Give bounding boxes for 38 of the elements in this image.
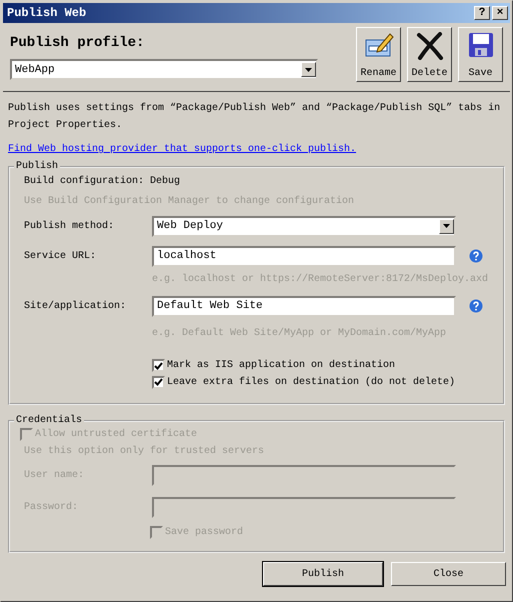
checkbox-label: Mark as IIS application on destination [167, 360, 396, 371]
profile-dropdown[interactable]: WebApp [10, 59, 318, 80]
window-title: Publish Web [7, 6, 86, 20]
profile-label: Publish profile: [10, 35, 146, 51]
field-label: Password: [24, 502, 80, 512]
checkbox-label: Leave extra files on destination (do not delete) [167, 376, 456, 388]
method-dropdown[interactable]: Web Deploy [152, 216, 456, 236]
field-label: User name: [24, 470, 86, 481]
input-field[interactable]: localhost [152, 246, 456, 266]
caret-icon [443, 224, 450, 228]
checkbox-label: Allow untrusted certificate [35, 428, 198, 440]
help-icon[interactable] [469, 299, 483, 313]
rename-button[interactable]: Rename [356, 27, 401, 82]
build-configuration-text: Build configuration: Debug [24, 176, 180, 186]
dialog-button[interactable]: Publish [263, 562, 383, 586]
help-button[interactable]: ? [474, 6, 490, 20]
group-title: Credentials [15, 415, 84, 426]
checkbox-label: Save password [165, 526, 244, 538]
cross-icon [416, 32, 444, 60]
save-button[interactable]: Save [458, 27, 503, 82]
field-label: Publish method: [24, 220, 116, 232]
field-label: Service URL: [24, 250, 98, 262]
field-label: Site/application: [24, 300, 128, 312]
hint-text: Use Build Configuration Manager to change configuration [24, 196, 354, 206]
hint-text: e.g. Default Web Site/MyApp or MyDomain.com/MyApp [152, 328, 446, 338]
dialog-button[interactable]: Close [391, 562, 506, 586]
checkbox[interactable] [152, 359, 165, 372]
hint-text: Use this option only for trusted servers [24, 446, 264, 456]
close-button[interactable]: × [492, 6, 508, 20]
hint-text: e.g. localhost or https://RemoteServer:8172/MsDeploy.axd [152, 274, 488, 284]
checkbox[interactable] [152, 376, 165, 388]
input-field[interactable]: Default Web Site [152, 296, 456, 316]
help-icon[interactable] [469, 249, 483, 263]
delete-button[interactable]: Delete [407, 27, 452, 82]
description-text: Publish uses settings from “Package/Publish Web” and “Package/Publish SQL” tabs in Project Properties. [8, 102, 502, 133]
caret-icon [305, 68, 312, 72]
hosting-link[interactable]: Find Web hosting provider that supports one-click publish. [8, 143, 356, 157]
group-title: Publish [15, 161, 60, 172]
